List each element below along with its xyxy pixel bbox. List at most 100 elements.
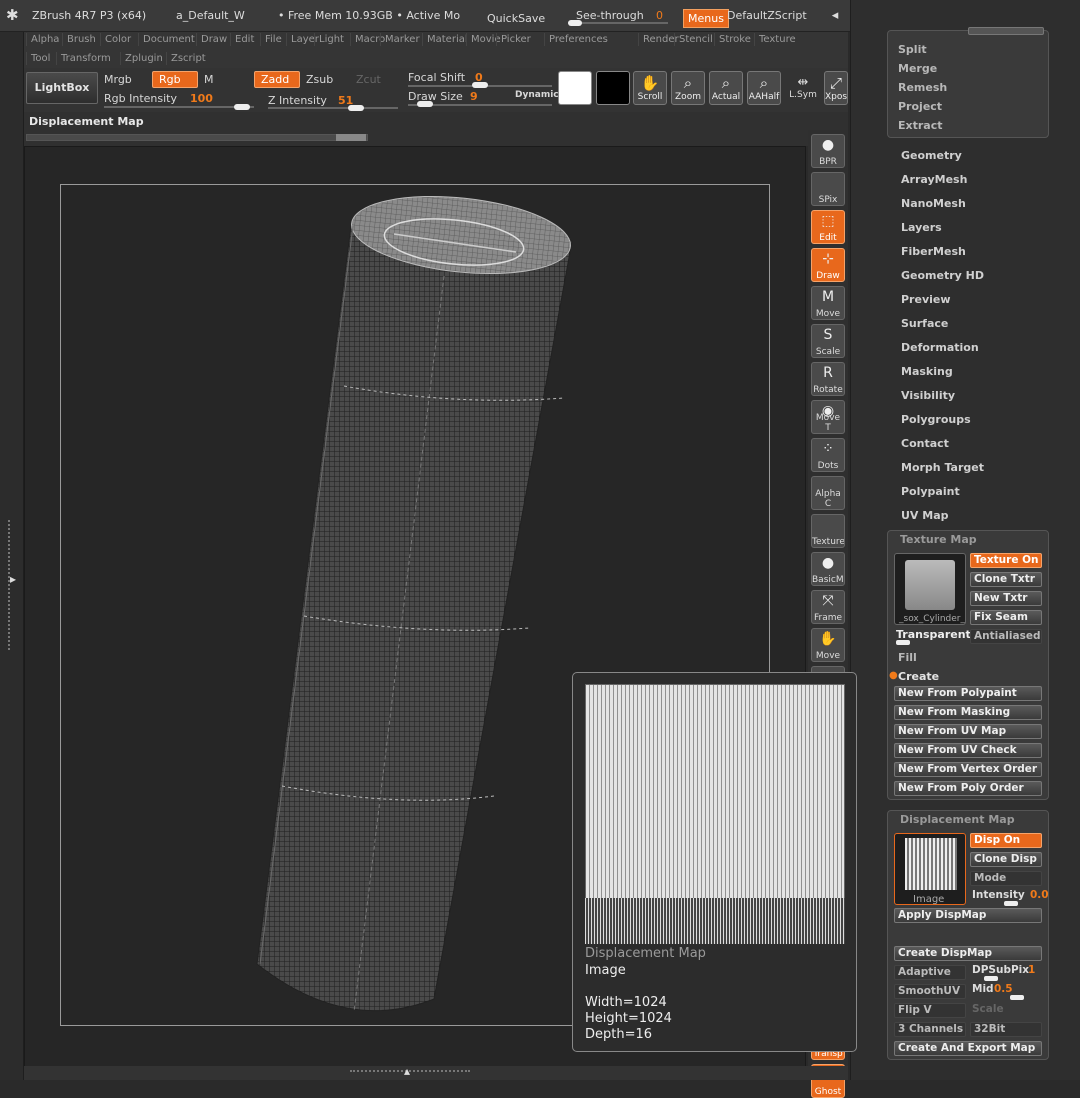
- dpsubpix-knob[interactable]: [984, 976, 998, 981]
- tool-edit-button[interactable]: ⬚ Edit: [811, 210, 845, 244]
- create-new-from-vertex-order-button[interactable]: New From Vertex Order: [894, 762, 1042, 777]
- mode-toggle[interactable]: Mode: [970, 871, 1042, 886]
- tool-draw-button[interactable]: ⊹ Draw: [811, 248, 845, 282]
- subtool-project[interactable]: Project: [898, 100, 942, 113]
- intensity-knob[interactable]: [1004, 901, 1018, 906]
- transparent-knob[interactable]: [896, 640, 910, 645]
- subpalette-geometry-hd[interactable]: Geometry HD: [901, 269, 984, 282]
- dispmap-thumbnail[interactable]: Image: [894, 833, 966, 905]
- z-intensity-slider[interactable]: [268, 107, 398, 109]
- flip-v-toggle[interactable]: Flip V: [894, 1003, 966, 1018]
- scroll-button[interactable]: ✋ Scroll: [633, 71, 667, 105]
- texture-thumbnail[interactable]: _sox_Cylinder_: [894, 553, 966, 625]
- quicksave-button[interactable]: QuickSave: [487, 12, 545, 25]
- subpalette-polypaint[interactable]: Polypaint: [901, 485, 960, 498]
- rgb-intensity-knob[interactable]: [234, 104, 250, 110]
- texture-map-title[interactable]: Texture Map: [900, 533, 977, 546]
- tool-move-button[interactable]: M Move: [811, 286, 845, 320]
- menus-toggle[interactable]: Menus: [683, 9, 729, 28]
- menu-preferences[interactable]: Preferences: [544, 33, 612, 46]
- tool-scale-button[interactable]: S Scale: [811, 324, 845, 358]
- new-txtr-button[interactable]: New Txtr: [970, 591, 1042, 606]
- subpalette-geometry[interactable]: Geometry: [901, 149, 962, 162]
- tool-move-button[interactable]: ✋ Move: [811, 628, 845, 662]
- lsym-button[interactable]: ⇹ L.Sym: [786, 71, 820, 105]
- dynamic-toggle[interactable]: Dynamic: [515, 90, 559, 100]
- tool-dots-button[interactable]: ⁘ Dots: [811, 438, 845, 472]
- create-new-from-polypaint-button[interactable]: New From Polypaint: [894, 686, 1042, 701]
- focal-shift-knob[interactable]: [472, 82, 488, 88]
- aahalf-button[interactable]: ⌕ AAHalf: [747, 71, 781, 105]
- subpalette-nanomesh[interactable]: NanoMesh: [901, 197, 966, 210]
- subpalette-morph-target[interactable]: Morph Target: [901, 461, 984, 474]
- menu-tool[interactable]: Tool: [26, 52, 54, 65]
- create-dispmap-button[interactable]: Create DispMap: [894, 946, 1042, 961]
- menu-document[interactable]: Document: [138, 33, 199, 46]
- menu-color[interactable]: Color: [100, 33, 135, 46]
- menu-material[interactable]: Material: [422, 33, 472, 46]
- z-intensity-label[interactable]: Z Intensity: [268, 94, 327, 107]
- actual-button[interactable]: ⌕ Actual: [709, 71, 743, 105]
- tool-bpr-button[interactable]: ● BPR: [811, 134, 845, 168]
- texture-on-button[interactable]: Texture On: [970, 553, 1042, 568]
- tool-spix-button[interactable]: SPix: [811, 172, 845, 206]
- expand-left-icon[interactable]: ▸: [10, 572, 16, 586]
- create-new-from-masking-button[interactable]: New From Masking: [894, 705, 1042, 720]
- see-through-label[interactable]: See-through: [576, 9, 644, 22]
- disp-on-button[interactable]: Disp On: [970, 833, 1042, 848]
- antialiased-toggle[interactable]: Antialiased: [970, 629, 1042, 644]
- draw-size-label[interactable]: Draw Size: [408, 90, 463, 103]
- zadd-button[interactable]: Zadd: [254, 71, 300, 88]
- mrgb-button[interactable]: Mrgb: [104, 73, 132, 86]
- prev-arrow-icon[interactable]: ◂: [824, 7, 846, 25]
- subpalette-visibility[interactable]: Visibility: [901, 389, 955, 402]
- main-color-swatch[interactable]: [558, 71, 592, 105]
- del-all-button[interactable]: [968, 27, 1044, 35]
- menu-draw[interactable]: Draw: [196, 33, 231, 46]
- clone-txtr-button[interactable]: Clone Txtr: [970, 572, 1042, 587]
- subpalette-uv-map[interactable]: UV Map: [901, 509, 949, 522]
- lightbox-button[interactable]: LightBox: [26, 72, 98, 104]
- create-export-map-button[interactable]: Create And Export Map: [894, 1041, 1042, 1056]
- adaptive-toggle[interactable]: Adaptive: [894, 965, 966, 980]
- subpalette-contact[interactable]: Contact: [901, 437, 949, 450]
- menu-zscript[interactable]: Zscript: [166, 52, 210, 65]
- subpalette-fibermesh[interactable]: FiberMesh: [901, 245, 966, 258]
- menu-texture[interactable]: Texture: [754, 33, 800, 46]
- subtool-extract[interactable]: Extract: [898, 119, 943, 132]
- tool-alpha-c-button[interactable]: Alpha C: [811, 476, 845, 510]
- subpalette-preview[interactable]: Preview: [901, 293, 951, 306]
- subtool-remesh[interactable]: Remesh: [898, 81, 947, 94]
- menu-stroke[interactable]: Stroke: [714, 33, 755, 46]
- apply-dispmap-button[interactable]: Apply DispMap: [894, 908, 1042, 923]
- displacement-map-title[interactable]: Displacement Map: [900, 813, 1015, 826]
- mid-knob[interactable]: [1010, 995, 1024, 1000]
- menu-transform[interactable]: Transform: [56, 52, 115, 65]
- create-new-from-uv-check-button[interactable]: New From UV Check: [894, 743, 1042, 758]
- create-new-from-poly-order-button[interactable]: New From Poly Order: [894, 781, 1042, 796]
- rgb-intensity-label[interactable]: Rgb Intensity: [104, 92, 177, 105]
- create-new-from-uv-map-button[interactable]: New From UV Map: [894, 724, 1042, 739]
- subtool-merge[interactable]: Merge: [898, 62, 937, 75]
- left-tray[interactable]: ▸: [0, 32, 24, 1080]
- subpalette-polygroups[interactable]: Polygroups: [901, 413, 971, 426]
- m-button[interactable]: M: [204, 73, 214, 86]
- rgb-button[interactable]: Rgb: [152, 71, 198, 88]
- subpalette-surface[interactable]: Surface: [901, 317, 948, 330]
- fix-seam-button[interactable]: Fix Seam: [970, 610, 1042, 625]
- tool-texture-button[interactable]: Texture: [811, 514, 845, 548]
- subpalette-deformation[interactable]: Deformation: [901, 341, 979, 354]
- z-intensity-knob[interactable]: [348, 105, 364, 111]
- subpalette-arraymesh[interactable]: ArrayMesh: [901, 173, 967, 186]
- tool-move-t-button[interactable]: ◉ Move T: [811, 400, 845, 434]
- menu-edit[interactable]: Edit: [230, 33, 258, 46]
- mid-label[interactable]: Mid: [972, 983, 994, 995]
- subtool-split[interactable]: Split: [898, 43, 927, 56]
- menu-marker[interactable]: Marker: [380, 33, 424, 46]
- clone-disp-button[interactable]: Clone Disp: [970, 852, 1042, 867]
- draw-size-knob[interactable]: [417, 101, 433, 107]
- bottom-tray[interactable]: ▴: [24, 1064, 848, 1080]
- focal-shift-label[interactable]: Focal Shift: [408, 71, 465, 84]
- subpalette-layers[interactable]: Layers: [901, 221, 942, 234]
- zsub-button[interactable]: Zsub: [306, 73, 333, 86]
